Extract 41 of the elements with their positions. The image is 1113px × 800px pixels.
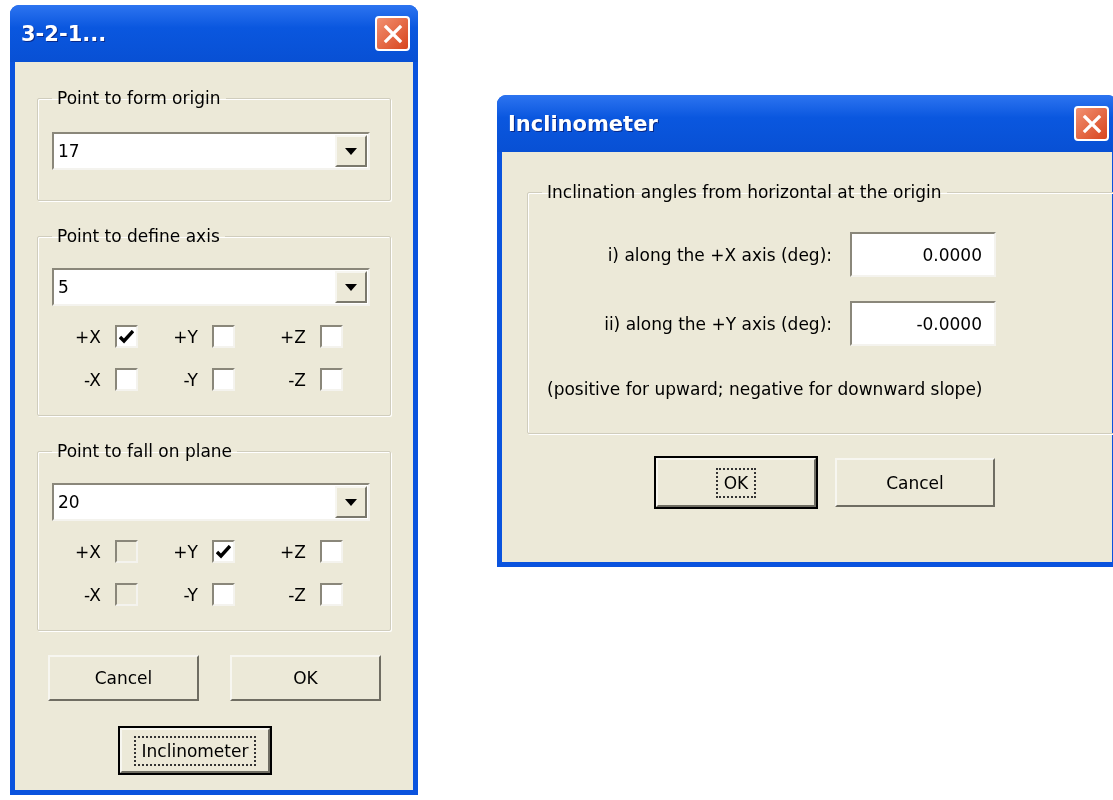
dropdown[interactable]: 5	[52, 268, 370, 306]
checkbox[interactable]: +Y	[173, 325, 235, 348]
dropdown[interactable]: 17	[52, 132, 370, 170]
group-label: Inclination angles from horizontal at the origin	[546, 182, 943, 202]
dialog-button[interactable]: Inclinometer	[120, 728, 270, 773]
checkbox[interactable]: +Z	[280, 325, 343, 348]
group-label: Point to define axis	[56, 226, 221, 246]
close-button[interactable]	[375, 16, 410, 51]
close-button[interactable]	[1074, 106, 1109, 141]
input-field[interactable]: -0.0000	[850, 301, 996, 346]
dialog-button[interactable]: OK	[656, 458, 816, 507]
checkbox[interactable]: +Z	[280, 540, 343, 563]
window-title: 3-2-1...	[21, 21, 107, 46]
group-label: Point to fall on plane	[56, 441, 234, 461]
window-title: Inclinometer	[508, 111, 658, 136]
checkbox[interactable]: +Y	[173, 540, 235, 563]
close-icon	[382, 23, 403, 44]
dialog-button[interactable]: Cancel	[835, 458, 995, 507]
checkmark-icon	[216, 544, 231, 559]
checkbox[interactable]: -Z	[288, 583, 343, 606]
dropdown-arrow-button[interactable]	[335, 486, 367, 518]
close-icon	[1081, 113, 1102, 134]
checkbox[interactable]: +X	[75, 325, 138, 348]
caret-icon	[345, 283, 357, 291]
caret-icon	[345, 498, 357, 506]
field-label: ii) along the +Y axis (deg):	[603, 313, 832, 334]
checkmark-icon	[119, 329, 134, 344]
input-field[interactable]: 0.0000	[850, 232, 996, 277]
field-label: i) along the +X axis (deg):	[606, 244, 832, 265]
hint-text: (positive for upward; negative for downward slope)	[547, 379, 983, 399]
checkbox[interactable]: -Y	[183, 583, 235, 606]
dropdown[interactable]: 20	[52, 483, 370, 521]
dialog-button[interactable]: OK	[230, 655, 381, 701]
dropdown-arrow-button[interactable]	[335, 271, 367, 303]
checkbox[interactable]: -Y	[183, 368, 235, 391]
group-label: Point to form origin	[56, 88, 222, 108]
checkbox[interactable]: -X	[84, 368, 138, 391]
checkbox[interactable]: -Z	[288, 368, 343, 391]
caret-icon	[345, 147, 357, 155]
dialog-button[interactable]: Cancel	[48, 655, 199, 701]
dropdown-arrow-button[interactable]	[335, 135, 367, 167]
